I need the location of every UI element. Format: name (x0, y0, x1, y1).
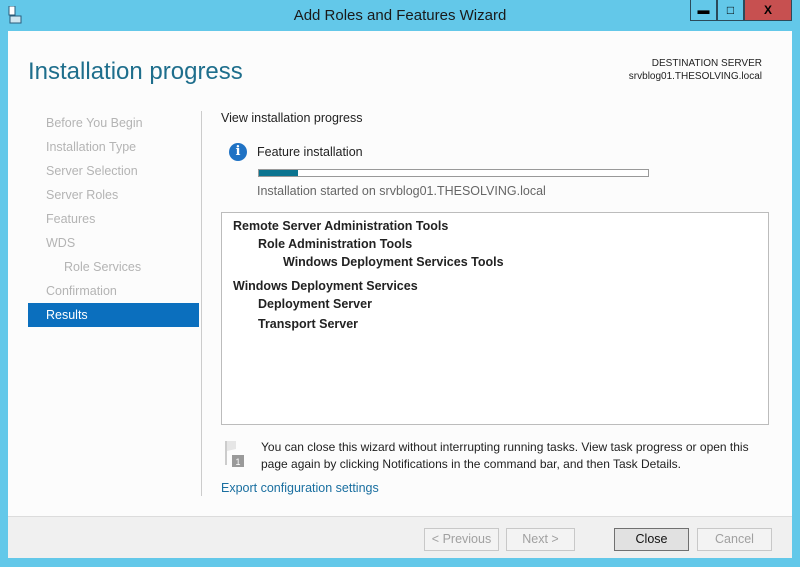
footer: < Previous Next > Close Cancel (8, 516, 792, 558)
next-button[interactable]: Next > (506, 528, 575, 551)
export-configuration-link[interactable]: Export configuration settings (221, 481, 379, 495)
divider (201, 111, 202, 496)
nav-item-server-selection: Server Selection (46, 164, 138, 178)
cancel-button[interactable]: Cancel (697, 528, 772, 551)
notification-badge: 1 (235, 457, 240, 467)
feature-item: Windows Deployment Services Tools (283, 255, 504, 269)
window-title: Add Roles and Features Wizard (293, 7, 507, 24)
destination-server: DESTINATION SERVER srvblog01.THESOLVING.… (629, 57, 762, 83)
feature-item: Windows Deployment Services (233, 279, 418, 293)
feature-item: Role Administration Tools (258, 237, 413, 251)
feature-list[interactable]: Remote Server Administration Tools Role … (221, 212, 769, 425)
title-bar[interactable]: Add Roles and Features Wizard ▬ □ X (0, 0, 800, 31)
section-heading: View installation progress (221, 111, 363, 125)
wizard-nav: Before You Begin Installation Type Serve… (28, 111, 199, 327)
feature-item: Deployment Server (258, 297, 372, 311)
progress-bar (258, 169, 649, 177)
nav-item-results[interactable]: Results (28, 303, 199, 327)
maximize-button[interactable]: □ (717, 0, 744, 21)
progress-fill (259, 170, 298, 176)
minimize-button[interactable]: ▬ (690, 0, 717, 21)
nav-item-confirmation: Confirmation (46, 284, 117, 298)
page-title: Installation progress (28, 58, 243, 85)
note-text: You can close this wizard without interr… (261, 440, 749, 471)
nav-item-server-roles: Server Roles (46, 188, 119, 202)
notification-flag-icon: 1 (224, 441, 246, 469)
nav-item-before-you-begin: Before You Begin (46, 116, 143, 130)
status-text: Installation started on srvblog01.THESOL… (257, 184, 546, 198)
destination-label: DESTINATION SERVER (651, 58, 762, 69)
nav-item-wds: WDS (46, 236, 76, 250)
wizard-body: Installation progress DESTINATION SERVER… (8, 31, 792, 558)
nav-item-role-services: Role Services (64, 260, 142, 274)
status-title: Feature installation (257, 145, 363, 159)
nav-item-installation-type: Installation Type (46, 140, 137, 154)
info-icon: i (229, 143, 247, 161)
close-button[interactable]: Close (614, 528, 689, 551)
feature-item: Remote Server Administration Tools (233, 219, 449, 233)
destination-server-name: srvblog01.THESOLVING.local (628, 71, 762, 82)
close-window-button[interactable]: X (744, 0, 792, 21)
feature-item: Transport Server (258, 317, 359, 331)
nav-item-features: Features (46, 212, 96, 226)
previous-button[interactable]: < Previous (424, 528, 499, 551)
